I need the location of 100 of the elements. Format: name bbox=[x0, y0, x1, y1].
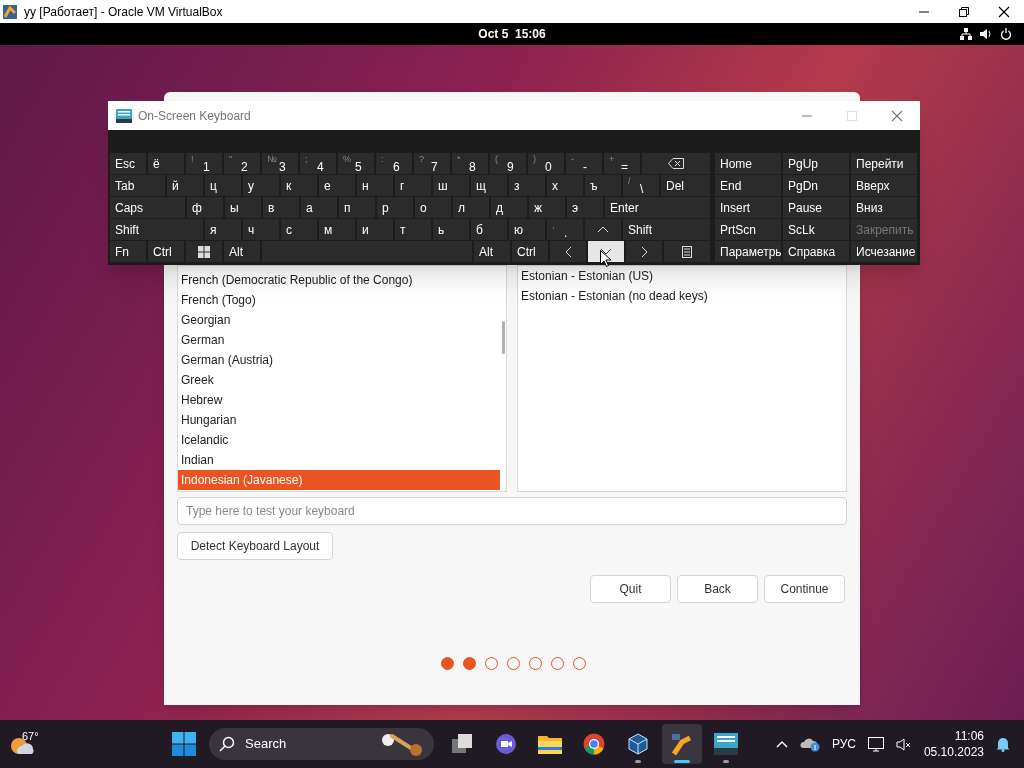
keyboard-key[interactable]: ScLk bbox=[783, 219, 849, 240]
keyboard-key[interactable]: PgUp bbox=[783, 153, 849, 174]
keyboard-key[interactable]: л bbox=[453, 197, 489, 218]
power-icon[interactable] bbox=[1000, 28, 1012, 40]
list-item[interactable]: German (Austria) bbox=[178, 350, 500, 370]
keyboard-key[interactable]: Вниз bbox=[851, 197, 917, 218]
keyboard-key[interactable]: д bbox=[491, 197, 527, 218]
clock[interactable]: Oct 5 15:06 bbox=[478, 25, 546, 43]
keyboard-key[interactable]: PgDn bbox=[783, 175, 849, 196]
keyboard-key[interactable]: Esc bbox=[110, 153, 146, 174]
keyboard-key[interactable]: : 6 bbox=[376, 153, 412, 174]
muted-speaker-icon[interactable] bbox=[895, 736, 912, 752]
keyboard-key[interactable]: ; 4 bbox=[300, 153, 336, 174]
language-indicator[interactable]: РУС bbox=[831, 735, 856, 753]
keyboard-key[interactable]: н bbox=[357, 175, 393, 196]
keyboard-key[interactable]: Shift bbox=[110, 219, 203, 240]
search-box[interactable]: Search bbox=[209, 728, 434, 760]
keyboard-key[interactable]: я bbox=[205, 219, 241, 240]
list-item[interactable]: French (Democratic Republic of the Congo) bbox=[178, 270, 500, 290]
list-item[interactable]: Icelandic bbox=[178, 430, 500, 450]
keyboard-key[interactable]: ц bbox=[205, 175, 241, 196]
keyboard-key[interactable]: б bbox=[471, 219, 507, 240]
wizard-button[interactable]: Continue bbox=[764, 575, 845, 603]
keyboard-key[interactable]: Исчезание bbox=[851, 241, 917, 262]
keyboard-key[interactable]: * 8 bbox=[452, 153, 488, 174]
cloud-icon[interactable] bbox=[799, 736, 820, 752]
bell-icon[interactable] bbox=[996, 736, 1010, 752]
keyboard-key[interactable]: % 5 bbox=[338, 153, 374, 174]
list-item[interactable]: Indian bbox=[178, 450, 500, 470]
keyboard-key[interactable] bbox=[186, 241, 222, 262]
list-item[interactable]: German bbox=[178, 330, 500, 350]
list-item[interactable]: Georgian bbox=[178, 310, 500, 330]
keyboard-key[interactable]: Ctrl bbox=[148, 241, 184, 262]
keyboard-key[interactable] bbox=[664, 241, 710, 262]
keyboard-key[interactable]: е bbox=[319, 175, 355, 196]
keyboard-key[interactable]: у bbox=[243, 175, 279, 196]
keyboard-key[interactable]: р bbox=[377, 197, 413, 218]
keyboard-key[interactable]: ? 7 bbox=[414, 153, 450, 174]
keyboard-key[interactable]: Параметрь bbox=[715, 241, 781, 262]
list-item[interactable]: Hungarian bbox=[178, 410, 500, 430]
keyboard-key[interactable]: с bbox=[281, 219, 317, 240]
keyboard-key[interactable]: к bbox=[281, 175, 317, 196]
keyboard-key[interactable]: ч bbox=[243, 219, 279, 240]
keyboard-key[interactable]: Del bbox=[661, 175, 710, 196]
scrollbar[interactable] bbox=[502, 321, 505, 354]
keyboard-key[interactable]: и bbox=[357, 219, 393, 240]
keyboard-key[interactable]: п bbox=[339, 197, 375, 218]
keyboard-key[interactable]: Insert bbox=[715, 197, 781, 218]
close-icon[interactable] bbox=[998, 5, 1010, 18]
keyboard-key[interactable]: ! 1 bbox=[186, 153, 222, 174]
keyboard-key[interactable]: № 3 bbox=[262, 153, 298, 174]
keyboard-key[interactable]: в bbox=[263, 197, 299, 218]
chevron-up-icon[interactable] bbox=[775, 740, 788, 748]
wizard-button[interactable]: Quit bbox=[590, 575, 671, 603]
keyboard-key[interactable]: ( 9 bbox=[490, 153, 526, 174]
keyboard-key[interactable]: Caps bbox=[110, 197, 185, 218]
list-item[interactable]: Indonesian (Javanese) bbox=[178, 470, 500, 490]
keyboard-key[interactable]: з bbox=[509, 175, 545, 196]
keyboard-key[interactable]: ш bbox=[433, 175, 469, 196]
keyboard-key[interactable]: Shift bbox=[623, 219, 710, 240]
taskbar-button[interactable] bbox=[662, 724, 702, 764]
wizard-button[interactable]: Back bbox=[677, 575, 758, 603]
keyboard-key[interactable]: т bbox=[395, 219, 431, 240]
speaker-icon[interactable] bbox=[980, 28, 992, 40]
keyboard-key[interactable]: Home bbox=[715, 153, 781, 174]
list-item[interactable]: Greek bbox=[178, 370, 500, 390]
list-item[interactable]: French (Togo) bbox=[178, 290, 500, 310]
keyboard-key[interactable]: Alt bbox=[224, 241, 260, 262]
keyboard-key[interactable]: о bbox=[415, 197, 451, 218]
keyboard-key[interactable]: й bbox=[167, 175, 203, 196]
list-item[interactable]: Hebrew bbox=[178, 390, 500, 410]
start-icon[interactable] bbox=[172, 732, 196, 756]
detect-layout-button[interactable]: Detect Keyboard Layout bbox=[177, 532, 333, 560]
clock[interactable]: 11:06 bbox=[954, 728, 984, 744]
keyboard-key[interactable]: , . bbox=[547, 219, 583, 240]
keyboard-key[interactable]: ё bbox=[148, 153, 184, 174]
date[interactable]: 05.10.2023 bbox=[923, 744, 984, 760]
keyboard-key[interactable]: ж bbox=[529, 197, 565, 218]
keyboard-key[interactable]: Ctrl bbox=[512, 241, 548, 262]
keyboard-key[interactable]: End bbox=[715, 175, 781, 196]
keyboard-key[interactable]: ь bbox=[433, 219, 469, 240]
monitor-icon[interactable] bbox=[867, 736, 884, 752]
keyboard-key[interactable]: Enter bbox=[605, 197, 710, 218]
keyboard-key[interactable]: Pause bbox=[783, 197, 849, 218]
keyboard-key[interactable]: Перейти bbox=[851, 153, 917, 174]
keyboard-key[interactable]: щ bbox=[471, 175, 507, 196]
list-item[interactable]: Estonian - Estonian (US) bbox=[518, 266, 846, 286]
keyboard-key[interactable]: Tab bbox=[110, 175, 165, 196]
keyboard-key[interactable]: Fn bbox=[110, 241, 146, 262]
list-item[interactable]: Estonian - Estonian (no dead keys) bbox=[518, 286, 846, 306]
keyboard-key[interactable]: ф bbox=[187, 197, 223, 218]
keyboard-key[interactable]: ) 0 bbox=[528, 153, 564, 174]
keyboard-key[interactable]: э bbox=[567, 197, 603, 218]
keyboard-key[interactable]: г bbox=[395, 175, 431, 196]
keyboard-key[interactable]: Справка bbox=[783, 241, 849, 262]
restore-icon[interactable] bbox=[958, 5, 970, 18]
keyboard-key[interactable]: Вверх bbox=[851, 175, 917, 196]
keyboard-key[interactable]: - - bbox=[566, 153, 602, 174]
keyboard-key[interactable]: " 2 bbox=[224, 153, 260, 174]
keyboard-key[interactable]: Alt bbox=[474, 241, 510, 262]
